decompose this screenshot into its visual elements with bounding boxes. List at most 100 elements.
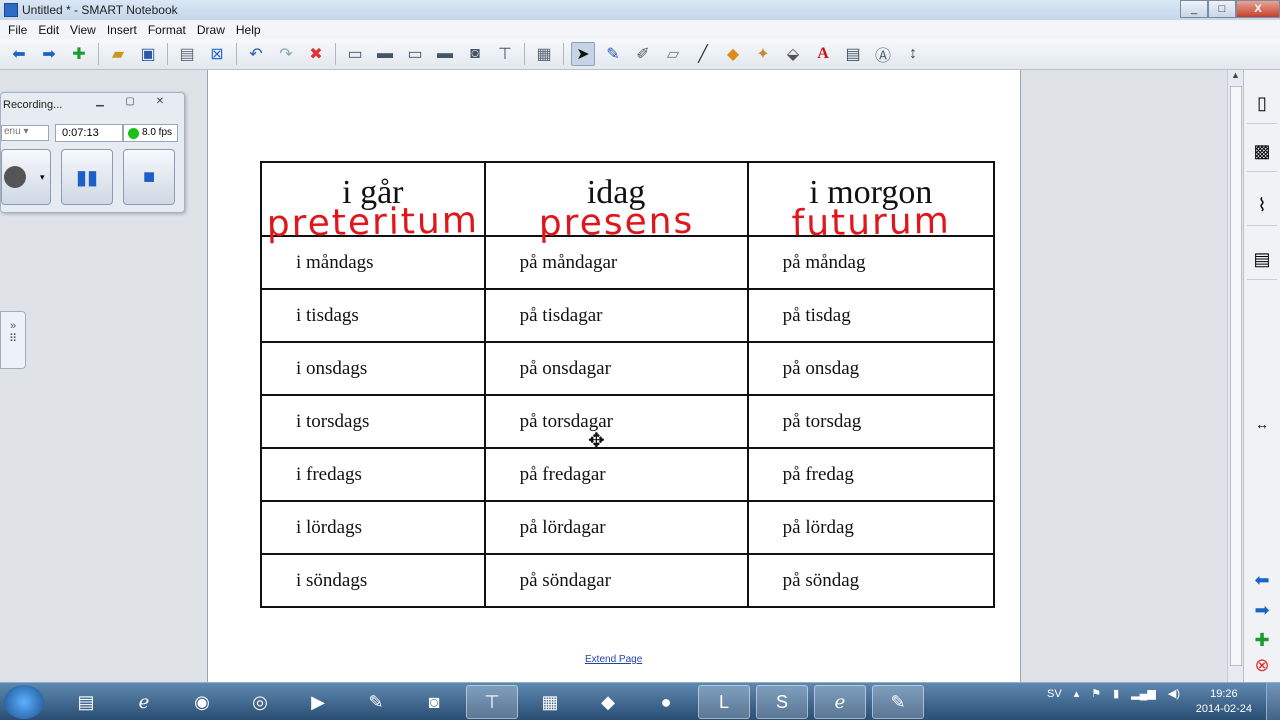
properties-icon[interactable]: ▤ — [841, 42, 865, 66]
text-icon[interactable]: A — [811, 42, 835, 66]
header-cell[interactable]: i går preteritum — [260, 161, 486, 245]
recorder-maximize-button[interactable]: ▢ — [117, 95, 143, 109]
extend-page-link[interactable]: Extend Page — [585, 654, 642, 665]
recorder-menu-select[interactable]: enu ▾ — [1, 125, 49, 141]
vertical-scrollbar[interactable]: ▲ — [1227, 70, 1243, 682]
volume-icon[interactable]: ◀) — [1168, 687, 1180, 700]
back-icon[interactable]: ⬅ — [7, 42, 31, 66]
notebook-page[interactable]: i går preteritum idag presens i morgon f… — [207, 70, 1021, 682]
table-cell[interactable]: på onsdagar — [483, 341, 749, 396]
table-cell[interactable]: på tisdagar — [483, 288, 749, 343]
recorder-close-button[interactable]: ✕ — [147, 95, 173, 109]
table-cell[interactable]: på måndagar — [483, 235, 749, 290]
paste-icon[interactable]: ▤ — [175, 42, 199, 66]
microphone-taskbar-icon[interactable]: ✎ — [350, 685, 402, 719]
start-button[interactable] — [4, 685, 44, 719]
creative-pen-icon[interactable]: ✐ — [631, 42, 655, 66]
action-center-icon[interactable]: ⚑ — [1091, 687, 1101, 700]
scroll-up-icon[interactable]: ▲ — [1228, 70, 1243, 84]
table-cell[interactable]: på onsdag — [746, 341, 996, 396]
internet-explorer-window-taskbar-icon[interactable]: ℯ — [814, 685, 866, 719]
camera-taskbar-icon[interactable]: ◙ — [408, 685, 460, 719]
media-player-taskbar-icon[interactable]: ▶ — [292, 685, 344, 719]
table-cell[interactable]: i söndags — [260, 553, 486, 608]
scrollbar-thumb[interactable] — [1230, 86, 1242, 666]
move-toolbar-icon[interactable]: ↕ — [901, 42, 925, 66]
header-cell[interactable]: idag presens — [483, 161, 749, 244]
network-icon[interactable]: ▂▄▆ — [1131, 687, 1156, 700]
resize-sidebar-icon[interactable]: ↔ — [1247, 404, 1277, 444]
table-cell[interactable]: på måndag — [746, 235, 996, 290]
table-cell[interactable]: på tisdag — [746, 288, 996, 343]
explorer-taskbar-icon[interactable]: ▤ — [60, 685, 112, 719]
calculator-taskbar-icon[interactable]: ▦ — [524, 685, 576, 719]
panel-handle-icon[interactable]: » ⠿ — [0, 311, 26, 369]
forward-icon[interactable]: ➡ — [37, 42, 61, 66]
screen-shade-icon[interactable]: ▭ — [343, 42, 367, 66]
language-indicator[interactable]: SV — [1047, 688, 1062, 700]
delete-icon[interactable]: ✖ — [304, 42, 328, 66]
spotify-taskbar-icon[interactable]: ● — [640, 685, 692, 719]
fill-icon[interactable]: ⬙ — [781, 42, 805, 66]
table-cell[interactable]: i tisdags — [260, 288, 486, 343]
table-cell[interactable]: på fredagar — [483, 447, 749, 502]
magic-pen-icon[interactable]: ✦ — [751, 42, 775, 66]
menu-insert[interactable]: Insert — [103, 23, 144, 37]
show-desktop-button[interactable] — [1266, 683, 1280, 720]
minimize-button[interactable]: _ — [1180, 0, 1208, 18]
stop-button[interactable]: ■ — [123, 149, 175, 205]
eraser-icon[interactable]: ▱ — [661, 42, 685, 66]
pen-icon[interactable]: ✎ — [601, 42, 625, 66]
sidebar-delete-icon[interactable]: ⊗ — [1247, 650, 1277, 680]
header-cell[interactable]: i morgon futurum — [746, 161, 996, 244]
table-cell[interactable]: i torsdags — [260, 394, 486, 449]
menu-edit[interactable]: Edit — [34, 23, 66, 37]
table-cell[interactable]: på lördagar — [483, 500, 749, 555]
properties-tab-icon[interactable]: ▤ — [1247, 240, 1277, 280]
clock[interactable]: 19:26 2014-02-24 — [1196, 687, 1252, 717]
page-sorter-icon[interactable]: ▯ — [1247, 84, 1277, 124]
menu-format[interactable]: Format — [144, 23, 193, 37]
table-cell[interactable]: i lördags — [260, 500, 486, 555]
weekday-table[interactable]: i går preteritum idag presens i morgon f… — [260, 161, 996, 608]
menu-view[interactable]: View — [66, 23, 103, 37]
gallery-icon[interactable]: ▩ — [1247, 132, 1277, 172]
add-page-icon[interactable]: ✚ — [67, 42, 91, 66]
power-icon[interactable]: ▮ — [1113, 687, 1119, 700]
table-cell[interactable]: på torsdag — [746, 394, 996, 449]
attachments-icon[interactable]: ⌇ — [1247, 186, 1277, 226]
select-icon[interactable]: ➤ — [571, 42, 595, 66]
delete-page-icon[interactable]: ⊠ — [205, 42, 229, 66]
document-camera-icon[interactable]: ⊤ — [493, 42, 517, 66]
table-cell[interactable]: i onsdags — [260, 341, 486, 396]
chrome-taskbar-icon[interactable]: ◎ — [234, 685, 286, 719]
table-cell[interactable]: på lördag — [746, 500, 996, 555]
lync-taskbar-icon[interactable]: L — [698, 685, 750, 719]
menu-help[interactable]: Help — [232, 23, 268, 37]
recorder-minimize-button[interactable]: ▁ — [87, 95, 113, 109]
volume-knob-icon[interactable] — [4, 166, 26, 188]
shape-icon[interactable]: ◆ — [721, 42, 745, 66]
screen-capture-icon[interactable]: ◙ — [463, 42, 487, 66]
volume-dropdown-icon[interactable]: ▾ — [40, 172, 45, 183]
redo-icon[interactable]: ↷ — [274, 42, 298, 66]
table-icon[interactable]: ▦ — [532, 42, 556, 66]
table-cell[interactable]: i fredags — [260, 447, 486, 502]
maximize-button[interactable]: □ — [1208, 0, 1236, 18]
undo-icon[interactable]: ↶ — [244, 42, 268, 66]
table-cell[interactable]: på torsdagar — [483, 394, 749, 449]
shape-recognition-icon[interactable]: Ⓐ — [871, 42, 895, 66]
table-cell[interactable]: på söndagar — [483, 553, 749, 608]
table-cell[interactable]: på söndag — [746, 553, 996, 608]
transparent-background-icon[interactable]: ▬ — [433, 42, 457, 66]
close-button[interactable]: X — [1236, 0, 1280, 18]
internet-explorer-taskbar-icon[interactable]: ℯ — [118, 685, 170, 719]
flashlight-taskbar-icon[interactable]: ◆ — [582, 685, 634, 719]
dual-display-icon[interactable]: ▭ — [403, 42, 427, 66]
document-camera-taskbar-icon[interactable]: ⊤ — [466, 685, 518, 719]
volume-control[interactable]: ▾ — [1, 149, 51, 205]
show-hidden-icons-icon[interactable]: ▴ — [1074, 687, 1080, 700]
open-icon[interactable]: ▰ — [106, 42, 130, 66]
firefox-taskbar-icon[interactable]: ◉ — [176, 685, 228, 719]
menu-file[interactable]: File — [4, 23, 34, 37]
